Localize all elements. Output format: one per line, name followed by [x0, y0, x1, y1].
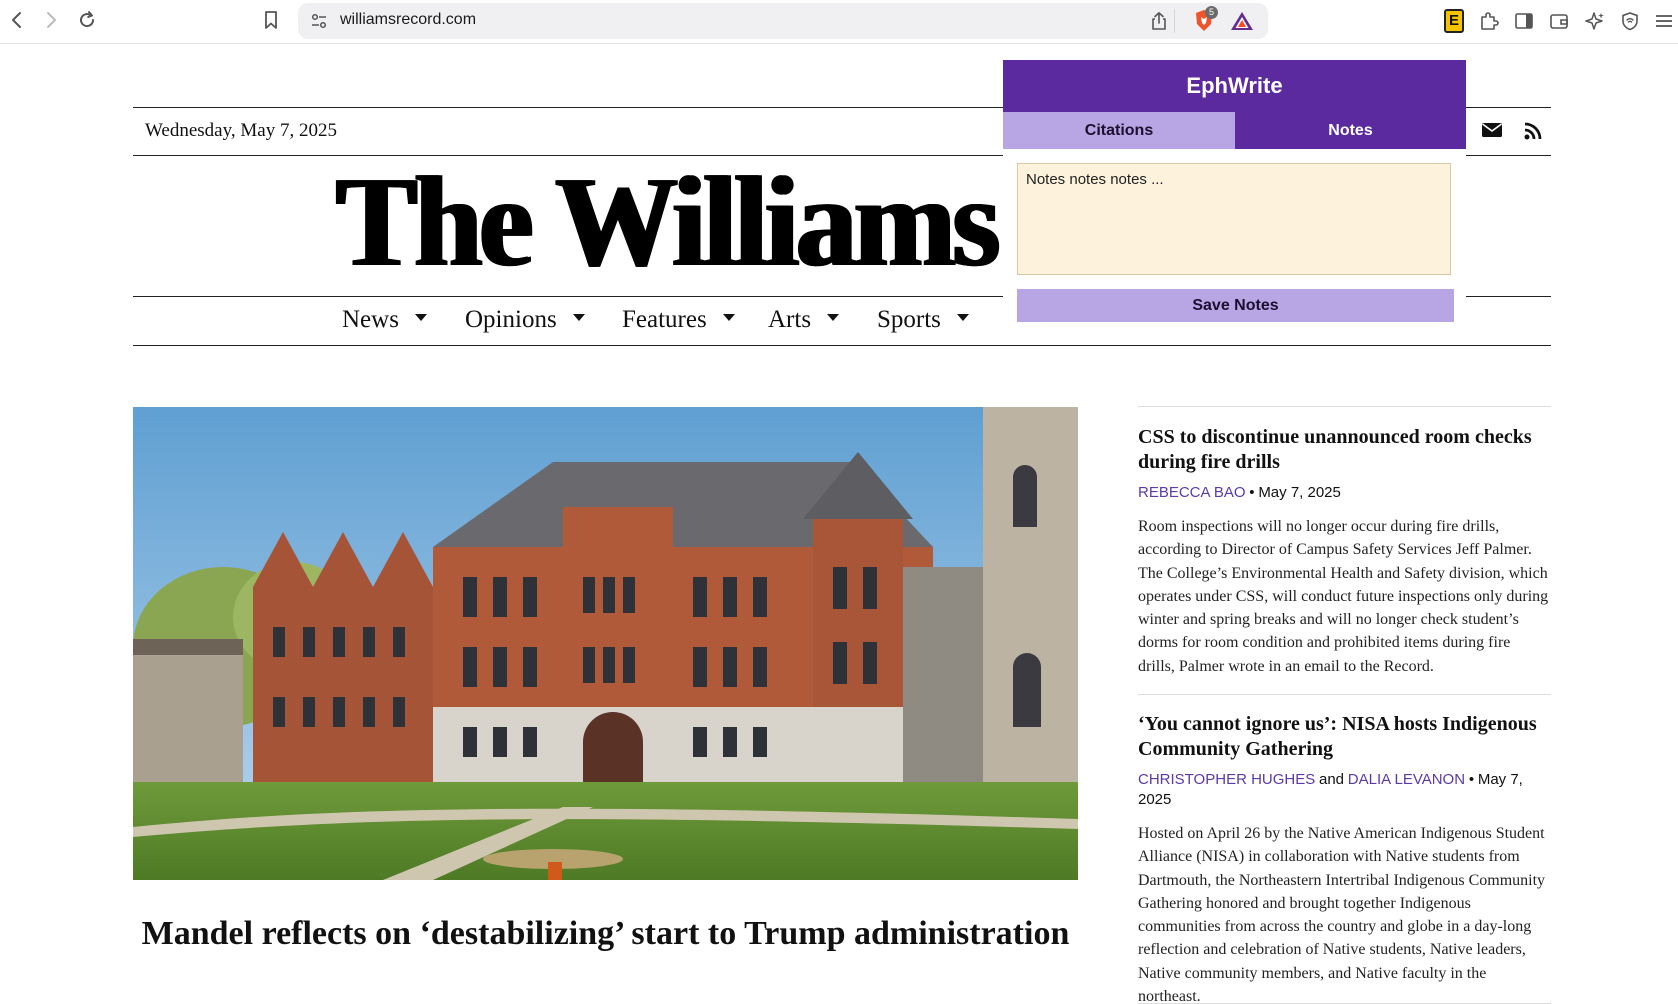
sidebar-article-1: CSS to discontinue unannounced room chec… — [1138, 425, 1551, 678]
envelope-icon[interactable] — [1481, 121, 1503, 141]
sidebar-icon[interactable] — [1512, 9, 1536, 33]
byline-bullet: • — [1249, 484, 1255, 501]
masthead-logo[interactable]: The Williams Record — [335, 160, 1003, 290]
nav-bottom-rule — [133, 345, 1551, 346]
url-text[interactable]: williamsrecord.com — [340, 11, 476, 29]
nav-arts-label[interactable]: Arts — [768, 306, 811, 334]
puzzle-extensions-icon[interactable] — [1477, 9, 1501, 33]
notes-textarea[interactable]: Notes notes notes ... — [1017, 163, 1451, 275]
divider — [1174, 9, 1175, 33]
nav-features[interactable]: Features — [622, 306, 735, 334]
wallet-icon[interactable] — [1547, 9, 1571, 33]
chevron-down-icon[interactable] — [414, 313, 427, 321]
browser-toolbar: williamsrecord.com 5 E — [0, 0, 1678, 44]
sidebar-rule — [1138, 694, 1551, 695]
reload-icon[interactable] — [76, 9, 98, 31]
nav-opinions[interactable]: Opinions — [465, 306, 585, 334]
sidebar-article-2: ‘You cannot ignore us’: NISA hosts Indig… — [1138, 712, 1551, 1004]
byline-joiner: and — [1319, 771, 1345, 788]
ephwrite-extension-icon[interactable]: E — [1442, 9, 1466, 33]
brave-shields-icon[interactable]: 5 — [1192, 6, 1218, 34]
nav-sports[interactable]: Sports — [877, 306, 969, 334]
nav-arts[interactable]: Arts — [768, 306, 840, 334]
tab-notes[interactable]: Notes — [1235, 112, 1466, 149]
bookmark-icon[interactable] — [260, 9, 282, 31]
article-excerpt: Room inspections will no longer occur du… — [1138, 518, 1549, 675]
menu-icon[interactable] — [1652, 9, 1676, 33]
save-notes-button[interactable]: Save Notes — [1017, 289, 1454, 322]
brave-rewards-icon[interactable] — [1230, 11, 1254, 36]
author-link[interactable]: DALIA LEVANON — [1348, 771, 1465, 788]
site-settings-icon[interactable] — [310, 12, 328, 35]
article-title[interactable]: CSS to discontinue unannounced room chec… — [1138, 425, 1551, 475]
share-icon[interactable] — [1150, 11, 1168, 36]
chevron-down-icon[interactable] — [572, 313, 585, 321]
article-title[interactable]: ‘You cannot ignore us’: NISA hosts Indig… — [1138, 712, 1551, 762]
hero-image[interactable] — [133, 407, 1078, 880]
article-byline: REBECCA BAO • May 7, 2025 — [1138, 483, 1551, 503]
leo-sparkle-icon[interactable] — [1583, 9, 1607, 33]
shields-count-badge: 5 — [1205, 6, 1218, 19]
nav-sports-label[interactable]: Sports — [877, 306, 941, 334]
tab-citations[interactable]: Citations — [1003, 112, 1235, 149]
ephwrite-popup: EphWrite Citations Notes Notes notes not… — [1003, 60, 1466, 332]
nav-opinions-label[interactable]: Opinions — [465, 306, 557, 334]
forward-arrow-icon[interactable] — [40, 9, 62, 31]
rss-icon[interactable] — [1523, 121, 1545, 141]
article-date: May 7, 2025 — [1258, 484, 1341, 501]
byline-bullet: • — [1468, 771, 1475, 788]
nav-news[interactable]: News — [342, 306, 427, 334]
hero-headline[interactable]: Mandel reflects on ‘destabilizing’ start… — [133, 913, 1078, 955]
vpn-shield-icon[interactable] — [1618, 9, 1642, 33]
chevron-down-icon[interactable] — [722, 313, 735, 321]
ephwrite-title: EphWrite — [1003, 60, 1466, 112]
address-bar[interactable]: williamsrecord.com 5 — [298, 3, 1268, 39]
chevron-down-icon[interactable] — [827, 313, 840, 321]
back-arrow-icon[interactable] — [6, 9, 28, 31]
author-link[interactable]: REBECCA BAO — [1138, 484, 1246, 501]
article-byline: CHRISTOPHER HUGHES and DALIA LEVANON • M… — [1138, 770, 1551, 810]
chevron-down-icon[interactable] — [956, 313, 969, 321]
author-link[interactable]: CHRISTOPHER HUGHES — [1138, 771, 1315, 788]
article-excerpt: Hosted on April 26 by the Native America… — [1138, 825, 1546, 1004]
current-date: Wednesday, May 7, 2025 — [145, 120, 337, 141]
nav-features-label[interactable]: Features — [622, 306, 707, 334]
masthead-title: The Williams Record — [335, 160, 1003, 290]
nav-news-label[interactable]: News — [342, 306, 399, 334]
sidebar-rule — [1138, 406, 1551, 407]
